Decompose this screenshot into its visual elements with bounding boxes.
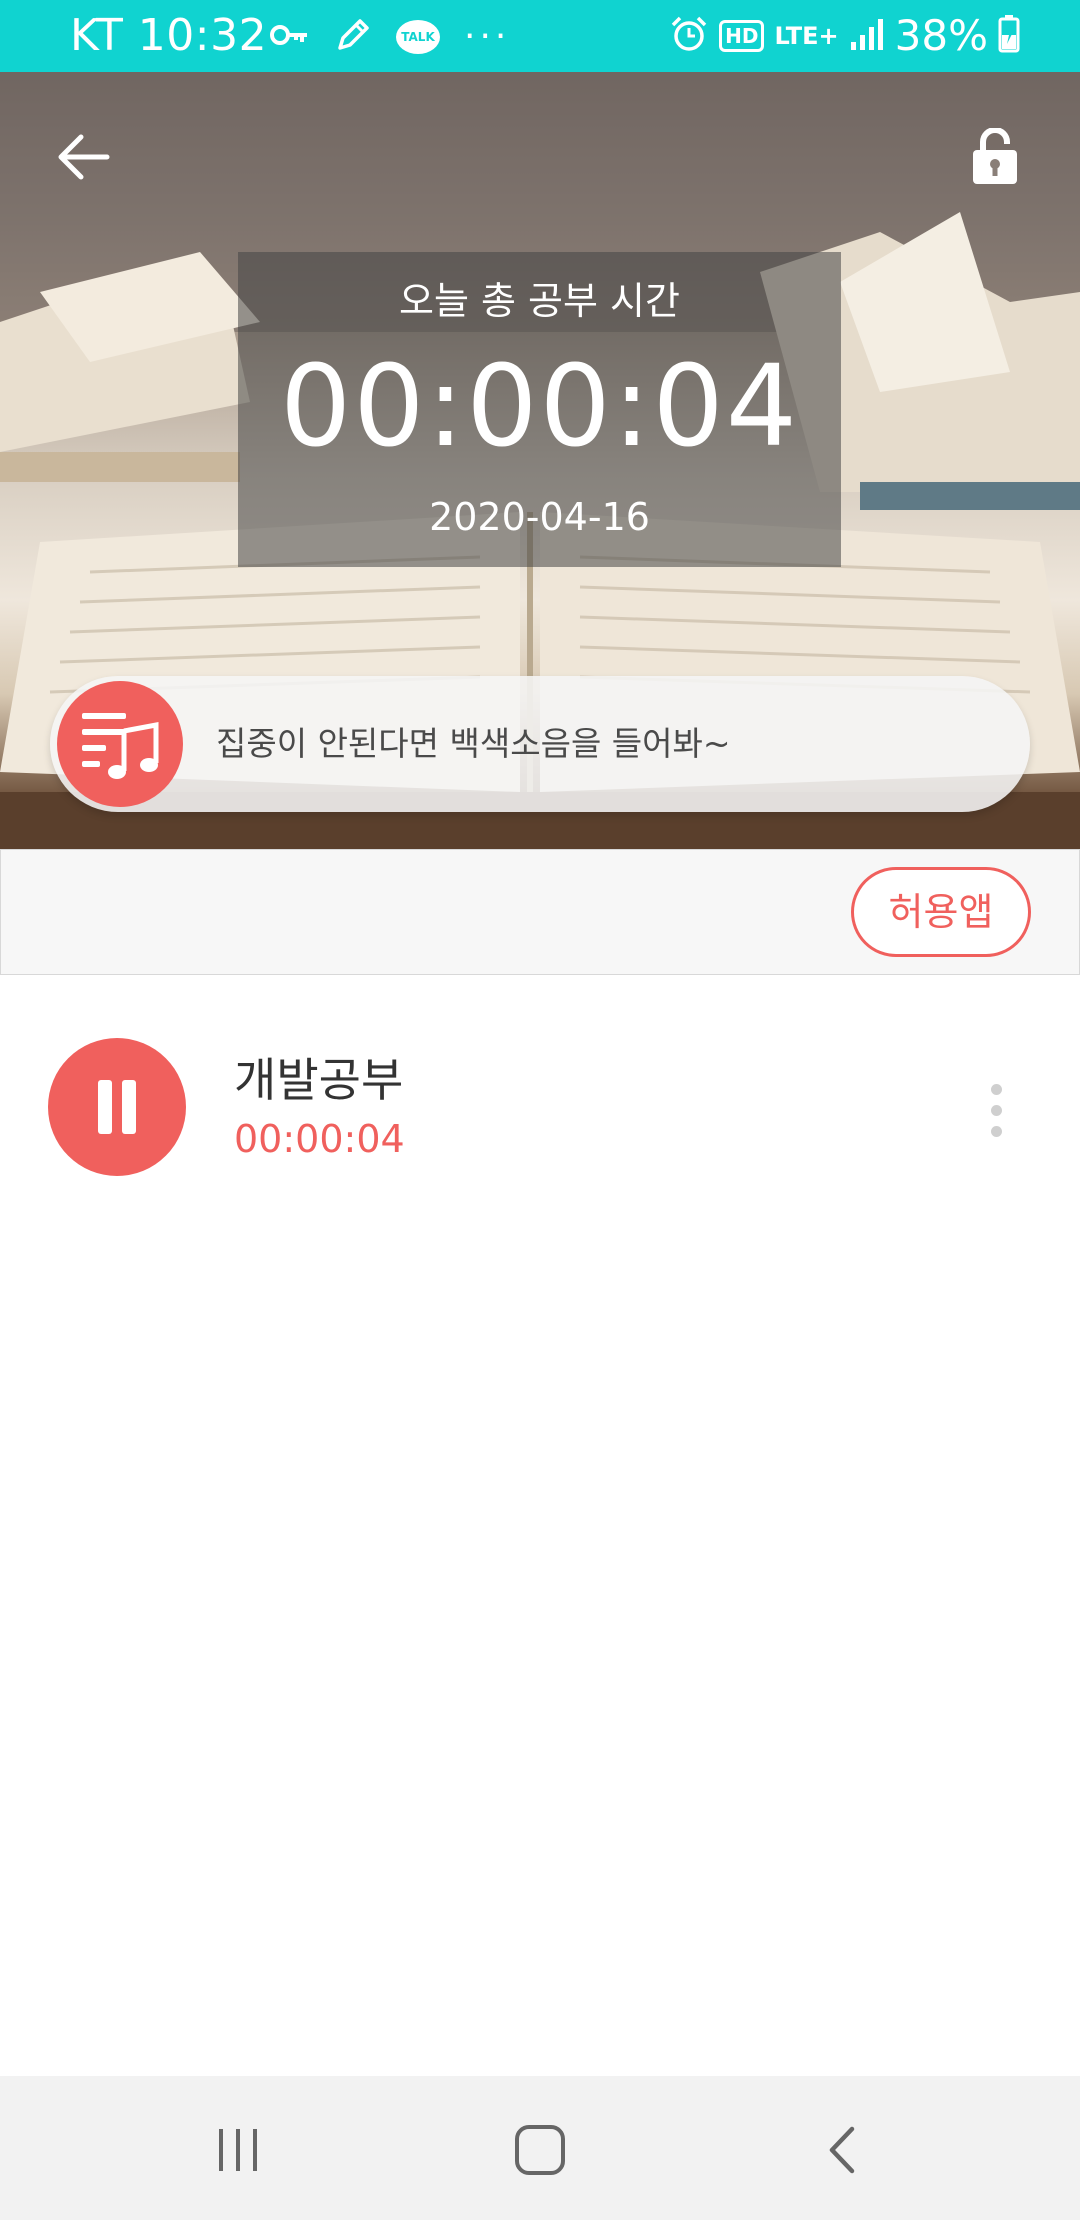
pencil-icon bbox=[334, 16, 372, 58]
key-icon bbox=[270, 23, 310, 51]
lte-icon: LTE+ bbox=[774, 22, 839, 50]
lock-button[interactable] bbox=[960, 122, 1030, 192]
unlocked-lock-icon bbox=[973, 128, 1017, 184]
status-left-icons: TALK ··· bbox=[270, 12, 510, 62]
pause-button[interactable] bbox=[48, 1038, 186, 1176]
back-nav-icon bbox=[829, 2126, 855, 2174]
back-button[interactable] bbox=[48, 122, 118, 192]
arrow-left-icon bbox=[58, 134, 110, 180]
battery-percent: 38% bbox=[894, 11, 988, 60]
subject-name: 개발공부 bbox=[234, 1053, 404, 1107]
white-noise-bar[interactable]: 집중이 안된다면 백색소음을 들어봐~ bbox=[50, 676, 1030, 812]
study-date: 2020-04-16 bbox=[429, 495, 650, 539]
more-options-button[interactable] bbox=[970, 1070, 1022, 1150]
hero-banner: 오늘 총 공부 시간 00:00:04 2020-04-16 집중이 안된다면 … bbox=[0, 72, 1080, 849]
more-notifications-icon: ··· bbox=[464, 16, 511, 57]
allowed-apps-button[interactable]: 허용앱 bbox=[851, 867, 1031, 957]
music-button[interactable] bbox=[57, 681, 183, 807]
home-icon bbox=[515, 2125, 565, 2175]
status-carrier-time: KT 10:32 bbox=[70, 10, 268, 61]
signal-icon bbox=[849, 16, 885, 56]
battery-icon bbox=[998, 15, 1020, 57]
hd-icon: HD bbox=[719, 20, 765, 52]
toolbar: 허용앱 bbox=[0, 849, 1080, 975]
subject-time: 00:00:04 bbox=[234, 1117, 405, 1161]
total-study-time-value: 00:00:04 bbox=[279, 342, 799, 472]
playlist-music-icon bbox=[82, 713, 159, 779]
recent-apps-icon bbox=[219, 2129, 257, 2171]
status-bar: KT 10:32 TALK ··· HD LTE+ 38% bbox=[0, 0, 1080, 72]
alarm-icon bbox=[669, 14, 709, 58]
recent-apps-button[interactable] bbox=[178, 2112, 298, 2188]
home-button[interactable] bbox=[480, 2112, 600, 2188]
total-study-time-panel: 오늘 총 공부 시간 00:00:04 2020-04-16 bbox=[238, 252, 841, 567]
white-noise-prompt: 집중이 안된다면 백색소음을 들어봐~ bbox=[216, 724, 731, 763]
pause-icon bbox=[98, 1080, 112, 1134]
talk-icon: TALK bbox=[396, 20, 440, 54]
nav-back-button[interactable] bbox=[782, 2112, 902, 2188]
system-nav-bar bbox=[0, 2076, 1080, 2220]
status-right-icons: HD LTE+ 38% bbox=[669, 10, 1020, 62]
list-item[interactable]: 개발공부 00:00:04 bbox=[0, 1030, 1080, 1180]
kebab-menu-icon bbox=[990, 1083, 1002, 1095]
total-study-time-label: 오늘 총 공부 시간 bbox=[399, 279, 680, 323]
